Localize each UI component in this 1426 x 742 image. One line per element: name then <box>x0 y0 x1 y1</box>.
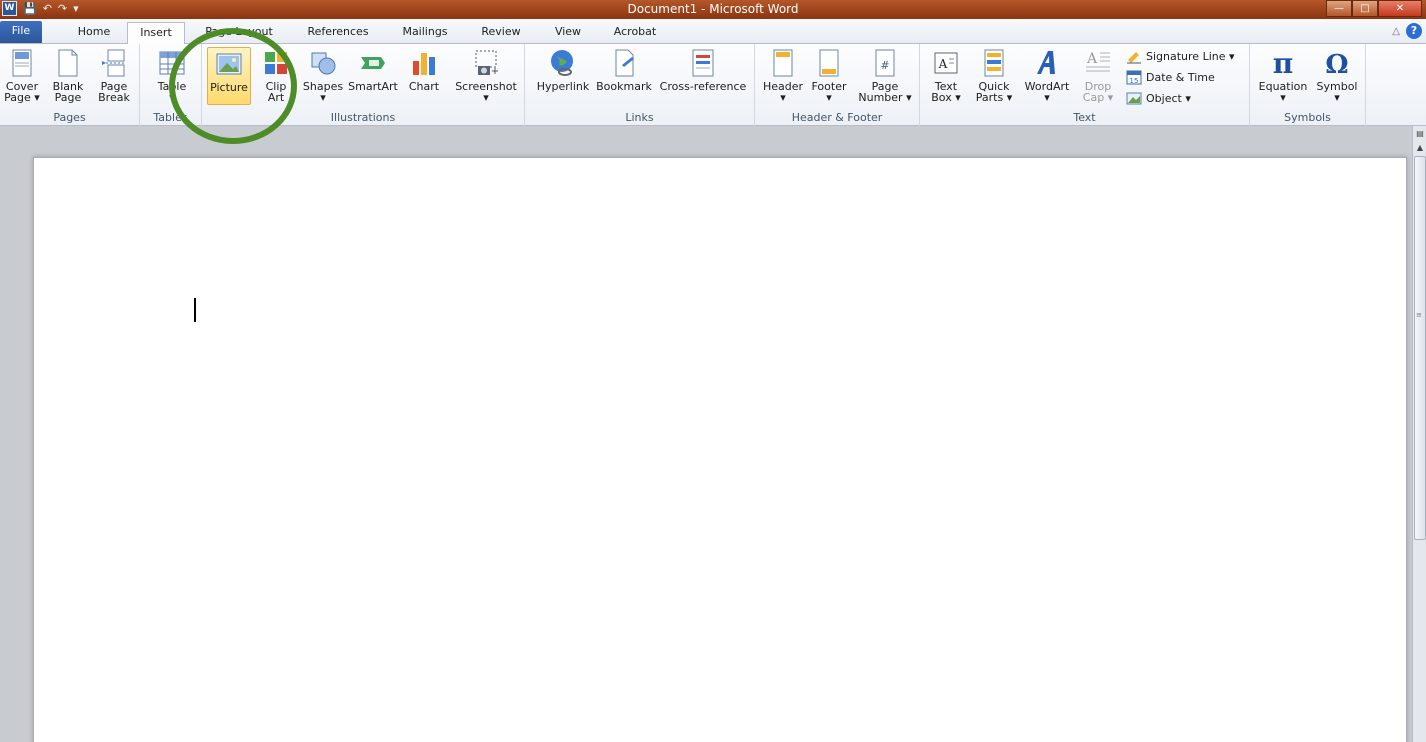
svg-text:A: A <box>938 57 948 71</box>
scroll-up-icon[interactable]: ▲ <box>1413 140 1426 156</box>
scrollbar-grip-icon: ≡ <box>1416 311 1422 319</box>
group-links: Hyperlink Bookmark Cross-reference Links <box>525 44 755 126</box>
screenshot-icon <box>475 50 498 75</box>
help-icon[interactable]: ? <box>1406 23 1422 39</box>
tab-home[interactable]: Home <box>72 22 116 44</box>
object-icon <box>1126 92 1142 105</box>
date-time-button[interactable]: 15 Date & Time <box>1126 68 1215 86</box>
group-text: A Text Box ▾ Quick Parts ▾ WordArt ▾ A D… <box>920 44 1250 126</box>
cross-reference-icon <box>692 49 714 77</box>
shapes-button[interactable]: Shapes ▾ <box>301 47 345 103</box>
tab-mailings[interactable]: Mailings <box>396 22 454 44</box>
page-break-icon <box>102 49 126 77</box>
group-pages: Cover Page ▾ Blank Page Page Break Pages <box>0 44 140 126</box>
omega-icon: Ω <box>1325 50 1348 79</box>
pi-icon: π <box>1273 47 1294 79</box>
cover-page-icon <box>12 49 32 77</box>
highlight-annotation-circle <box>169 28 297 144</box>
cross-reference-button[interactable]: Cross-reference <box>657 47 749 92</box>
hyperlink-button[interactable]: Hyperlink <box>533 47 593 92</box>
chart-icon <box>413 53 435 75</box>
tab-insert[interactable]: Insert <box>127 22 185 45</box>
svg-text:15: 15 <box>1130 77 1139 85</box>
group-symbols: π Equation ▾ Ω Symbol ▾ Symbols <box>1250 44 1366 126</box>
object-button[interactable]: Object ▾ <box>1126 89 1191 107</box>
drop-cap-icon: A <box>1086 51 1110 72</box>
smartart-button[interactable]: SmartArt <box>347 47 399 92</box>
minimize-ribbon-icon[interactable]: △ <box>1392 26 1400 37</box>
wordart-icon <box>1037 51 1055 74</box>
page-number-button[interactable]: # Page Number ▾ <box>855 47 915 103</box>
shapes-icon <box>311 52 336 75</box>
scrollbar-thumb[interactable] <box>1414 156 1426 540</box>
window-title: Document1 - Microsoft Word <box>627 2 799 16</box>
maximize-button[interactable]: □ <box>1352 0 1378 17</box>
page-break-button[interactable]: Page Break <box>92 47 136 103</box>
wordart-button[interactable]: WordArt ▾ <box>1020 47 1074 103</box>
footer-icon <box>819 49 839 77</box>
signature-line-icon <box>1127 52 1141 64</box>
header-icon <box>773 49 793 77</box>
document-page[interactable] <box>33 157 1407 742</box>
tab-acrobat[interactable]: Acrobat <box>608 22 662 44</box>
chart-button[interactable]: Chart <box>402 47 446 92</box>
minimize-button[interactable]: — <box>1326 0 1352 17</box>
svg-text:Ω: Ω <box>1325 50 1348 79</box>
svg-text:A: A <box>1086 51 1098 67</box>
tab-view[interactable]: View <box>548 22 588 44</box>
tab-review[interactable]: Review <box>476 22 526 44</box>
smartart-icon <box>361 57 385 69</box>
drop-cap-button[interactable]: A Drop Cap ▾ <box>1076 47 1120 103</box>
tab-file[interactable]: File <box>0 21 42 43</box>
page-number-icon: # <box>875 49 895 77</box>
quick-parts-icon <box>984 49 1004 77</box>
footer-button[interactable]: Footer ▾ <box>807 47 851 103</box>
svg-text:π: π <box>1273 47 1294 79</box>
vertical-scrollbar[interactable]: ▤ ▲ ≡ <box>1412 126 1426 742</box>
title-bar: W 💾 ↶ ↷ ▾ Document1 - Microsoft Word — □… <box>0 0 1426 19</box>
tab-references[interactable]: References <box>302 22 374 44</box>
blank-page-icon <box>58 49 78 77</box>
text-cursor <box>194 298 196 322</box>
calendar-icon: 15 <box>1126 70 1142 85</box>
blank-page-button[interactable]: Blank Page <box>46 47 90 103</box>
hyperlink-globe-icon <box>551 50 573 76</box>
text-box-button[interactable]: A Text Box ▾ <box>924 47 968 103</box>
group-header-footer: Header ▾ Footer ▾ # Page Number ▾ Header… <box>755 44 920 126</box>
close-button[interactable]: ✕ <box>1378 0 1422 17</box>
bookmark-button[interactable]: Bookmark <box>593 47 655 92</box>
svg-text:#: # <box>880 59 889 72</box>
cover-page-button[interactable]: Cover Page ▾ <box>0 47 44 103</box>
header-button[interactable]: Header ▾ <box>761 47 805 103</box>
signature-line-button[interactable]: Signature Line ▾ <box>1126 47 1235 65</box>
equation-button[interactable]: π Equation ▾ <box>1256 47 1310 103</box>
symbol-button[interactable]: Ω Symbol ▾ <box>1312 47 1362 103</box>
window-controls: — □ ✕ <box>1326 0 1422 17</box>
bookmark-icon <box>615 49 634 77</box>
screenshot-button[interactable]: Screenshot ▾ <box>452 47 520 103</box>
text-box-icon: A <box>934 52 958 74</box>
quick-parts-button[interactable]: Quick Parts ▾ <box>972 47 1016 103</box>
